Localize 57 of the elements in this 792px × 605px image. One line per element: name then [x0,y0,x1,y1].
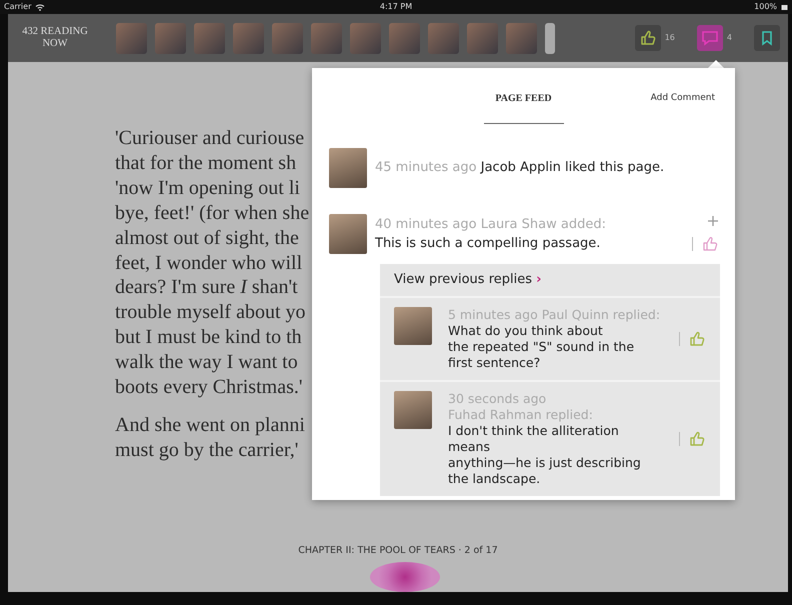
reply-text: I don't think the alliteration means anything—he is just describing the landscape. [448,422,642,486]
thumbs-up-icon[interactable] [701,235,719,253]
like-count: 16 [664,32,675,44]
battery-icon [781,4,788,10]
reader-avatar[interactable] [116,22,147,54]
reader-avatar[interactable] [467,22,498,54]
book-text-line: And she went on planni [115,412,305,438]
comment-button[interactable] [696,25,723,51]
reader-avatar[interactable] [389,22,420,54]
book-text-line: walk the way I want to [115,350,298,376]
user-avatar [394,390,432,428]
like-button[interactable] [634,25,661,51]
comment-meta: 40 minutes ago Laura Shaw added: [375,216,607,234]
book-text-line: that for the moment sh [115,150,296,176]
comment-text: This is such a compelling passage. [375,235,602,253]
thumbs-up-icon[interactable] [688,330,706,348]
battery-percent: 100% [754,1,778,13]
reply-meta: 30 seconds ago Fuhad Rahman replied: [448,390,594,422]
status-time: 4:17 PM [380,1,412,13]
reader-avatar-partial[interactable] [545,22,555,54]
user-avatar [329,148,367,188]
add-comment-button[interactable]: Add Comment [650,92,715,106]
book-text-line: boots every Christmas.' [115,375,302,400]
reader-avatar[interactable] [194,22,225,54]
reader-avatar[interactable] [506,22,537,54]
reply-text: What do you think about the repeated "S" sound in the first sentence? [448,322,636,370]
book-text-line: but I must be kind to th [115,325,302,350]
book-text-line: trouble myself about yo [115,300,306,326]
reader-avatar[interactable] [155,22,186,54]
bookmark-button[interactable] [754,25,780,51]
reader-avatar[interactable] [272,22,303,54]
user-avatar [394,306,432,344]
book-text-line: 'Curiouser and curiouse [115,126,304,151]
book-text-line: must go by the carrier,' [115,438,298,463]
reader-avatar[interactable] [311,22,342,54]
reader-avatar[interactable] [428,22,459,54]
plus-icon[interactable] [707,215,719,227]
speech-bubble-icon [700,30,719,46]
wifi-icon [35,3,46,11]
book-text-line: almost out of sight, the [115,226,299,251]
book-text-line: feet, I wonder who will [115,250,302,276]
panel-title: PAGE FEED [484,91,564,124]
feed-entry: 45 minutes ago Jacob Applin liked this page. [375,159,664,178]
thumbs-up-icon[interactable] [688,430,706,448]
chapter-page-indicator: CHAPTER II: THE POOL OF TEARS · 2 of 17 [297,544,499,558]
book-text-line: bye, feet!' (for when she [115,200,310,226]
carrier-name: Carrier [4,1,32,13]
thumbs-up-icon [638,29,657,47]
comment-count: 4 [726,32,732,44]
reader-avatar[interactable] [350,22,381,54]
reader-avatar[interactable] [233,22,264,54]
user-avatar [329,214,367,254]
bookmark-icon [760,30,774,46]
reply-meta: 5 minutes ago Paul Quinn replied: [448,306,662,322]
book-text-line: 'now I'm opening out li [115,176,300,201]
readers-count: 432 READING NOW [21,26,89,50]
book-text-line: dears? I'm sure I shan't [115,275,298,300]
